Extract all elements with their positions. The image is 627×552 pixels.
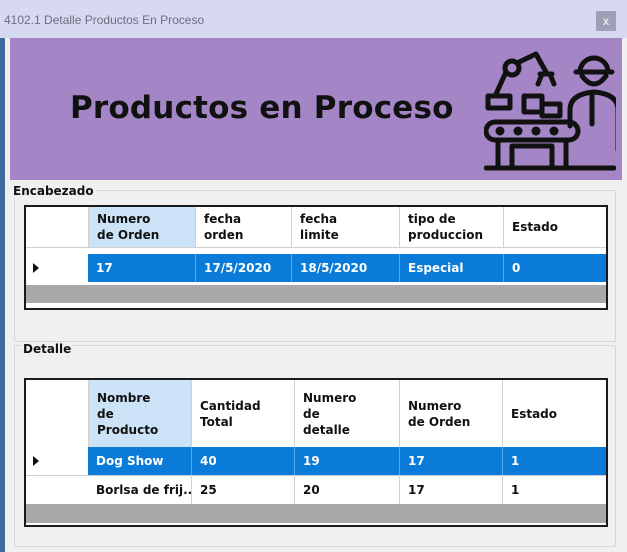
header-label: Numero de Orden	[97, 212, 160, 242]
cell-numero-de-detalle[interactable]: 20	[294, 476, 399, 504]
banner: Productos en Proceso	[10, 38, 622, 180]
header-nombre-de-producto[interactable]: Nombre de Producto	[88, 380, 191, 447]
cell-numero-de-orden[interactable]: 17	[399, 447, 502, 475]
column-divider	[88, 207, 89, 247]
cell-estado[interactable]: 1	[502, 447, 606, 475]
cell-cantidad-total[interactable]: 25	[191, 476, 294, 504]
title-bar: 4102.1 Detalle Productos En Proceso x	[0, 0, 627, 38]
header-numero-de-orden[interactable]: Numero de Orden	[399, 380, 502, 447]
detalle-grid[interactable]: Nombre de Producto Cantidad Total Numero…	[24, 378, 608, 527]
column-divider	[195, 207, 196, 247]
cell-numero-de-orden[interactable]: 17	[399, 476, 502, 504]
row-header[interactable]	[26, 476, 88, 504]
header-label: Numero de Orden	[408, 398, 471, 429]
header-label: Estado	[511, 406, 558, 421]
header-label: fecha orden	[204, 212, 244, 242]
column-divider	[399, 207, 400, 247]
column-divider	[191, 380, 192, 447]
header-label: Numero de detalle	[303, 390, 357, 437]
column-divider	[502, 380, 503, 447]
column-divider	[503, 207, 504, 247]
header-label: Estado	[512, 220, 559, 234]
table-row[interactable]: Dog Show 40 19 17 1	[26, 447, 606, 475]
table-row[interactable]: 17 17/5/2020 18/5/2020 Especial 0	[26, 254, 606, 282]
header-label: Nombre de Producto	[97, 390, 159, 437]
cell-nombre-de-producto[interactable]: Borlsa de frij...	[88, 476, 191, 504]
form-area: Productos en Proceso Encabezado Numero d…	[10, 38, 622, 552]
encabezado-grid[interactable]: Numero de Orden fecha orden fecha limite…	[24, 205, 608, 310]
header-numero-de-detalle[interactable]: Numero de detalle	[294, 380, 399, 447]
current-row-arrow-icon	[33, 456, 39, 466]
column-divider	[291, 207, 292, 247]
close-button[interactable]: x	[596, 11, 616, 31]
column-divider	[399, 380, 400, 447]
column-divider	[88, 380, 89, 447]
grid-empty-area	[26, 504, 606, 523]
cell-nombre-de-producto[interactable]: Dog Show	[88, 447, 191, 475]
grid-empty-area	[26, 285, 606, 303]
header-estado[interactable]: Estado	[502, 380, 606, 447]
cell-cantidad-total[interactable]: 40	[191, 447, 294, 475]
encabezado-label: Encabezado	[11, 184, 96, 198]
header-label: fecha limite	[300, 212, 339, 242]
header-fecha-limite[interactable]: fecha limite	[291, 207, 399, 247]
header-estado[interactable]: Estado	[503, 207, 606, 247]
cell-numero-de-orden[interactable]: 17	[88, 254, 195, 282]
factory-worker-robot-arm-icon	[484, 51, 616, 171]
cell-fecha-orden[interactable]: 17/5/2020	[195, 254, 291, 282]
column-divider	[294, 380, 295, 447]
row-divider	[26, 247, 606, 248]
cell-estado[interactable]: 1	[502, 476, 606, 504]
row-header[interactable]	[26, 447, 88, 475]
header-numero-de-orden[interactable]: Numero de Orden	[88, 207, 195, 247]
current-row-arrow-icon	[33, 263, 39, 273]
header-cantidad-total[interactable]: Cantidad Total	[191, 380, 294, 447]
cell-numero-de-detalle[interactable]: 19	[294, 447, 399, 475]
window-edge	[0, 38, 5, 552]
window-title: 4102.1 Detalle Productos En Proceso	[4, 13, 205, 27]
page-title: Productos en Proceso	[70, 90, 454, 126]
cell-estado[interactable]: 0	[503, 254, 606, 282]
header-label: Cantidad Total	[200, 398, 261, 429]
header-tipo-de-produccion[interactable]: tipo de produccion	[399, 207, 503, 247]
row-header[interactable]	[26, 254, 88, 282]
detalle-label: Detalle	[21, 342, 74, 356]
cell-fecha-limite[interactable]: 18/5/2020	[291, 254, 399, 282]
table-row[interactable]: Borlsa de frij... 25 20 17 1	[26, 476, 606, 504]
header-label: tipo de produccion	[408, 212, 484, 242]
cell-tipo-de-produccion[interactable]: Especial	[399, 254, 503, 282]
header-fecha-orden[interactable]: fecha orden	[195, 207, 291, 247]
